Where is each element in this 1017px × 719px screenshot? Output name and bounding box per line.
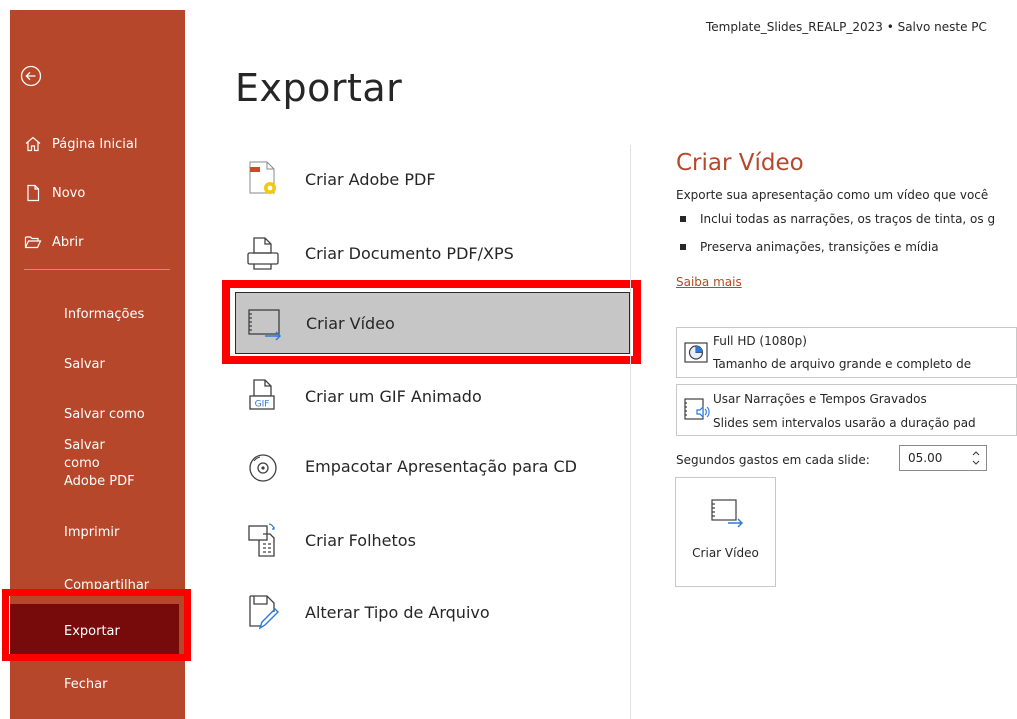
sidebar-item-close[interactable]: Fechar [10,664,185,704]
sidebar-item-label: Imprimir [64,524,120,540]
gif-icon: GIF [241,374,285,418]
presentation-quality-icon [683,340,709,368]
sidebar-item-label: Informações [64,306,145,322]
quality-title: Full HD (1080p) [713,334,807,348]
narration-icon [683,396,710,424]
bullet-text: Preserva animações, transições e mídia [700,240,939,254]
document-title: Template_Slides_REALP_2023 • Salvo neste… [706,20,987,34]
spinner-arrows-icon[interactable] [970,448,982,468]
sidebar-item-home[interactable]: Página Inicial [10,124,185,164]
option-create-pdf-xps[interactable]: Criar Documento PDF/XPS [235,221,630,285]
option-create-adobe-pdf[interactable]: Criar Adobe PDF [235,147,630,211]
timings-description: Slides sem intervalos usarão a duração p… [713,416,976,430]
option-label: Criar Documento PDF/XPS [305,243,514,263]
sidebar-item-label: Abrir [52,234,84,250]
home-icon [24,135,42,153]
panel-divider [630,145,631,719]
sidebar-item-label: Salvar como Adobe PDF [64,438,135,489]
sidebar-item-label: Salvar [64,356,105,372]
sidebar-item-label: Novo [52,185,86,201]
sidebar-item-new[interactable]: Novo [10,173,185,213]
option-change-file-type[interactable]: Alterar Tipo de Arquivo [235,580,630,644]
panel-bullet: Preserva animações, transições e mídia [680,240,939,254]
back-arrow-icon[interactable] [20,65,42,87]
quality-description: Tamanho de arquivo grande e completo de [713,357,972,371]
create-video-button[interactable]: Criar Vídeo [675,477,776,587]
panel-description: Exporte sua apresentação como um vídeo q… [676,188,989,202]
change-file-type-icon [241,590,285,634]
open-folder-icon [24,233,42,251]
sidebar-item-save[interactable]: Salvar [10,344,185,384]
panel-bullet: Inclui todas as narrações, os traços de … [680,212,995,226]
sidebar-item-save-as-adobe-pdf[interactable]: Salvar como Adobe PDF [10,438,140,489]
learn-more-link[interactable]: Saiba mais [676,275,742,289]
sidebar-item-print[interactable]: Imprimir [10,512,185,552]
seconds-value: 05.00 [908,451,943,465]
seconds-per-slide-input[interactable]: 05.00 [899,445,987,471]
option-create-gif[interactable]: GIF Criar um GIF Animado [235,364,630,428]
sidebar-divider [24,269,170,270]
sidebar-item-label: Fechar [64,676,108,692]
sidebar-item-open[interactable]: Abrir [10,222,185,262]
bullet-icon [680,244,686,250]
cd-icon [241,445,285,489]
bullet-text: Inclui todas as narrações, os traços de … [700,212,996,226]
page-title: Exportar [235,66,403,110]
new-document-icon [24,184,42,202]
sidebar-item-info[interactable]: Informações [10,294,185,334]
seconds-per-slide-label: Segundos gastos em cada slide: [676,453,870,467]
adobe-pdf-icon [241,157,285,201]
narration-timings-dropdown[interactable]: Usar Narrações e Tempos Gravados Slides … [676,384,1017,436]
option-label: Criar Adobe PDF [305,169,436,189]
panel-title: Criar Vídeo [676,150,804,176]
handouts-icon [241,518,285,562]
bullet-icon [680,216,686,222]
option-package-cd[interactable]: Empacotar Apresentação para CD [235,432,630,502]
pdf-xps-icon [241,231,285,275]
option-label: Empacotar Apresentação para CD [305,457,577,476]
create-video-highlight-box [222,280,641,364]
option-create-handouts[interactable]: Criar Folhetos [235,508,630,572]
sidebar-item-label: Salvar como [64,406,145,422]
option-label: Criar um GIF Animado [305,386,482,406]
create-video-button-label: Criar Vídeo [692,546,759,560]
option-label: Criar Folhetos [305,530,416,550]
option-label: Alterar Tipo de Arquivo [305,602,490,622]
timings-title: Usar Narrações e Tempos Gravados [713,392,927,406]
video-icon [710,498,744,530]
export-highlight-box [2,589,191,661]
sidebar-item-save-as[interactable]: Salvar como [10,394,185,434]
video-quality-dropdown[interactable]: Full HD (1080p) Tamanho de arquivo grand… [676,327,1017,378]
svg-text:GIF: GIF [255,400,270,410]
sidebar-item-label: Página Inicial [52,136,138,152]
